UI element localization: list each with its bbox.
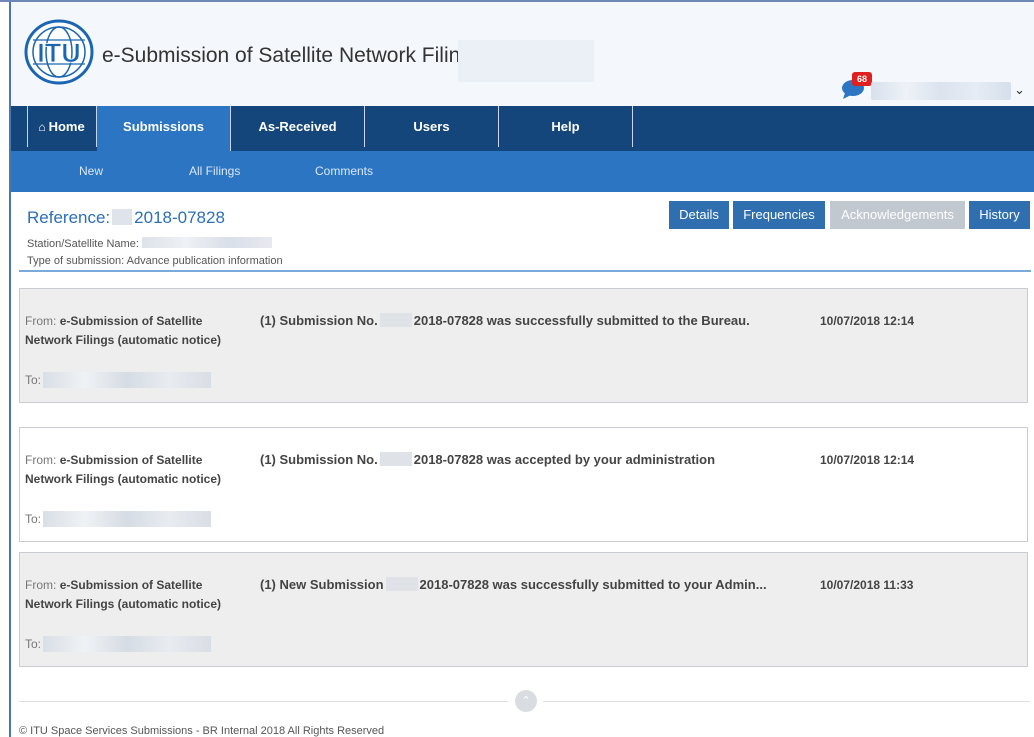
app-title: e-Submission of Satellite Network Filing… [102,44,483,67]
message-from: From: e-Submission of Satellite Network … [25,312,230,350]
to-label: To: [25,373,42,387]
redacted-station [141,237,272,248]
message-to: To: [25,372,212,388]
subject-start: (1) Submission No. [260,313,378,328]
from-label: From: [25,453,57,467]
reference-label: Reference: [27,208,111,227]
subnav-new[interactable]: New [79,164,103,178]
home-icon: ⌂ [38,120,46,134]
station-name: Station/Satellite Name: [27,237,272,250]
notification-badge: 68 [852,72,872,86]
redacted-recipient [43,372,212,388]
nav-users[interactable]: Users [365,106,499,147]
message-subject[interactable]: (1) Submission No. 2018-07828 was success… [260,313,750,328]
sub-nav: New All Filings Comments [11,151,1034,192]
app-header: ITU e-Submission of Satellite Network Fi… [11,2,1034,106]
message-subject[interactable]: (1) New Submission 2018-07828 was success… [260,577,767,592]
reference-number: 2018-07828 [134,208,225,227]
message-item[interactable]: From: e-Submission of Satellite Network … [19,288,1028,403]
main-nav: ⌂ Home Submissions As-Received Users Help [11,106,1034,151]
message-from: From: e-Submission of Satellite Network … [25,451,230,489]
subject-end: 2018-07828 was successfully submitted to… [413,313,750,328]
section-divider [19,270,1031,272]
message-item[interactable]: From: e-Submission of Satellite Network … [19,552,1028,667]
tab-details[interactable]: Details [669,201,729,229]
footer-divider [19,701,508,702]
subnav-all-filings[interactable]: All Filings [189,164,240,178]
nav-help[interactable]: Help [499,106,633,147]
nav-home-label: Home [48,119,85,134]
header-redacted-block [458,40,594,82]
nav-submissions[interactable]: Submissions [97,106,231,151]
copyright-text: © ITU Space Services Submissions - BR In… [19,725,385,737]
redacted-prefix [385,577,418,591]
from-label: From: [25,578,57,592]
reference-title: Reference: 2018-07828 [27,208,225,228]
scroll-to-top-button[interactable]: ⌃ [515,690,537,712]
message-date: 10/07/2018 12:14 [820,453,915,467]
chevron-up-icon: ⌃ [521,695,531,707]
message-to: To: [25,636,212,652]
message-from: From: e-Submission of Satellite Network … [25,576,230,614]
itu-logo[interactable]: ITU [23,18,95,86]
subnav-comments[interactable]: Comments [315,164,373,178]
message-item[interactable]: From: e-Submission of Satellite Network … [19,427,1028,542]
chevron-down-icon[interactable]: ⌄ [1014,82,1025,98]
to-label: To: [25,512,42,526]
redacted-recipient [43,511,212,527]
from-label: From: [25,314,57,328]
redacted-prefix [379,452,412,466]
user-menu[interactable] [871,82,1011,100]
tab-history[interactable]: History [969,201,1030,229]
svg-text:ITU: ITU [37,38,81,68]
tab-frequencies[interactable]: Frequencies [733,201,825,229]
redacted-prefix [379,313,412,327]
station-label: Station/Satellite Name: [27,238,139,250]
subject-start: (1) New Submission [260,577,384,592]
to-label: To: [25,637,42,651]
redacted-prefix [112,209,133,225]
subject-end: 2018-07828 was accepted by your administ… [413,452,716,467]
nav-as-received[interactable]: As-Received [231,106,365,147]
message-date: 10/07/2018 11:33 [820,578,914,592]
redacted-recipient [43,636,212,652]
tab-acknowledgements[interactable]: Acknowledgements [830,201,965,229]
subject-start: (1) Submission No. [260,452,378,467]
message-to: To: [25,511,212,527]
submission-type: Type of submission: Advance publication … [27,255,283,267]
message-subject[interactable]: (1) Submission No. 2018-07828 was accepte… [260,452,715,467]
message-date: 10/07/2018 12:14 [820,314,915,328]
subject-end: 2018-07828 was successfully submitted to… [419,577,767,592]
footer-divider [543,701,1030,702]
nav-home[interactable]: ⌂ Home [27,106,97,147]
